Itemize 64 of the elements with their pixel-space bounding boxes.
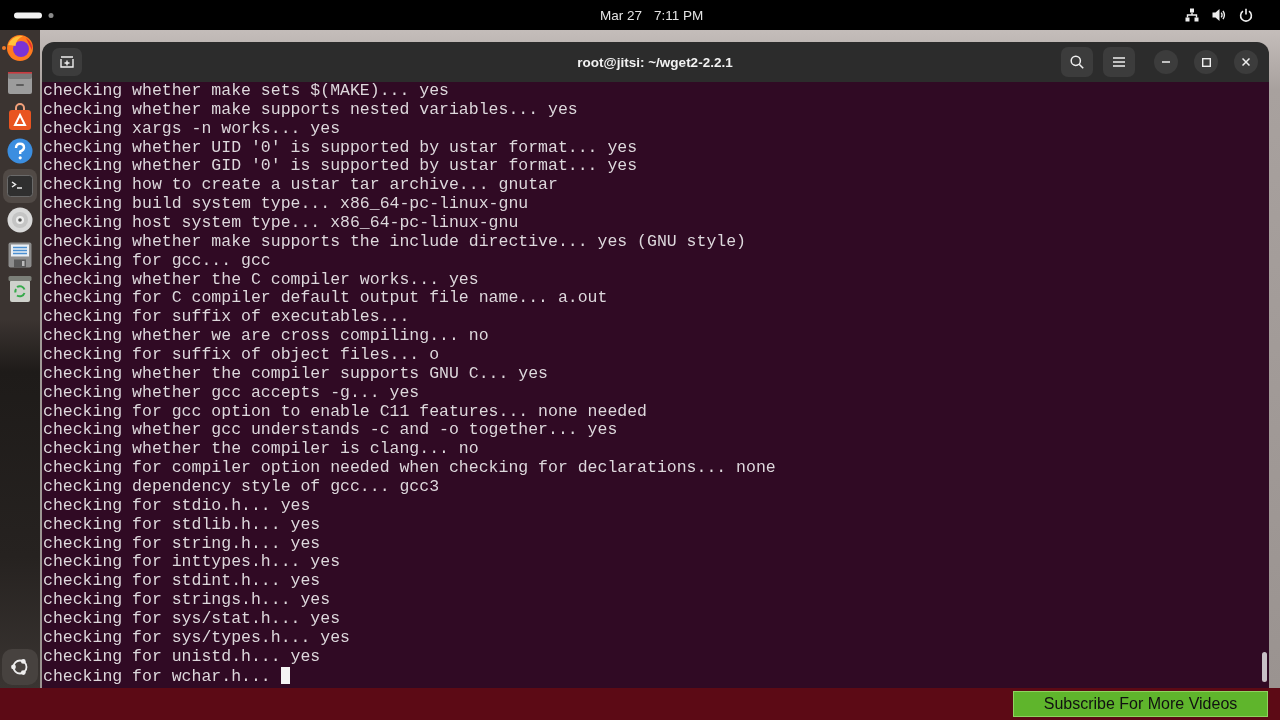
terminal-line: checking for C compiler default output file name... a.out: [43, 288, 608, 308]
clock-button[interactable]: Mar 27 7:11 PM: [600, 5, 704, 25]
terminal-line: checking for suffix of object files... o: [43, 345, 440, 365]
terminal-line: checking for sys/stat.h... yes: [43, 609, 341, 629]
system-menu-button[interactable]: [1185, 8, 1253, 22]
terminal-line: checking whether make supports the include directive... yes (GNU style): [43, 231, 746, 251]
close-button[interactable]: [1234, 50, 1258, 74]
terminal-line: checking build system type... x86_64-pc-linux-gnu: [43, 194, 529, 214]
help-icon: [7, 138, 33, 165]
close-icon: [1242, 58, 1250, 66]
terminal-line: checking whether make sets $(MAKE)... yes: [43, 82, 449, 100]
terminal-line: checking for sys/types.h... yes: [43, 627, 350, 647]
terminal-line: checking whether GID '0' is supported by ustar format... yes: [43, 156, 638, 176]
terminal-line: checking for suffix of executables...: [43, 307, 410, 327]
window-title: root@jitsi: ~/wget2-2.2.1: [577, 54, 733, 70]
terminal-line: checking whether gcc accepts -g... yes: [43, 382, 420, 402]
scrollbar[interactable]: [1262, 652, 1267, 682]
terminal-icon: [7, 174, 33, 197]
terminal-line: checking for stdio.h... yes: [43, 495, 311, 515]
terminal-line: checking whether UID '0' is supported by ustar format... yes: [43, 137, 638, 157]
fox-globe-icon: [6, 34, 34, 63]
terminal-line: checking how to create a ustar tar archive... gnutar: [43, 175, 558, 195]
recycle-bin-icon: [8, 274, 32, 303]
terminal-line: checking for strings.h... yes: [43, 590, 331, 610]
disc-icon: [7, 207, 33, 234]
terminal-line: checking for stdlib.h... yes: [43, 514, 321, 534]
show-apps-button[interactable]: [2, 649, 38, 685]
new-tab-button[interactable]: [52, 48, 82, 76]
terminal-line: checking whether make supports nested variables... yes: [43, 99, 578, 119]
minimize-icon: [1162, 61, 1170, 63]
search-icon: [1070, 55, 1084, 69]
maximize-button[interactable]: [1194, 50, 1218, 74]
terminal-line: checking for stdint.h... yes: [43, 571, 321, 591]
terminal-line: checking host system type... x86_64-pc-linux-gnu: [43, 213, 519, 232]
terminal-line: checking for inttypes.h... yes: [43, 552, 341, 572]
menu-button[interactable]: [1103, 47, 1135, 77]
terminal-line: checking whether gcc understands -c and -o together... yes: [43, 420, 618, 440]
ring-dots-icon: [10, 657, 30, 677]
shopping-bag-icon: [8, 102, 32, 131]
menu-icon: [1113, 57, 1125, 67]
workspace-indicator-icon: [14, 11, 54, 19]
drawer-icon: [7, 70, 33, 95]
terminal-line: checking for wchar.h...: [43, 666, 271, 686]
minimize-button[interactable]: [1154, 50, 1178, 74]
subscribe-banner: Subscribe For More Videos: [1013, 691, 1268, 717]
terminal-pane[interactable]: [42, 82, 1269, 688]
terminal-line: checking for gcc option to enable C11 features... none needed: [43, 401, 647, 421]
terminal-line: checking whether the compiler is clang... no: [43, 439, 479, 459]
search-button[interactable]: [1061, 47, 1093, 77]
terminal-line: checking xargs -n works... yes: [43, 118, 341, 138]
terminal-line: checking dependency style of gcc... gcc3: [43, 477, 440, 497]
terminal-line: checking whether we are cross compiling... no: [43, 326, 489, 346]
terminal-line: checking for string.h... yes: [43, 533, 321, 553]
terminal-line: checking for gcc... gcc: [43, 250, 271, 270]
terminal-line: checking whether the C compiler works... yes: [43, 269, 479, 289]
new-tab-icon: [60, 56, 74, 68]
activities-button[interactable]: [14, 11, 54, 19]
network-icon: [1185, 8, 1199, 22]
terminal-line: checking for compiler option needed when checking for declarations... none: [43, 458, 776, 478]
maximize-icon: [1201, 57, 1211, 67]
power-icon: [1239, 8, 1253, 22]
terminal-line: checking for unistd.h... yes: [43, 646, 321, 666]
volume-icon: [1212, 8, 1226, 22]
terminal-line: checking whether the compiler supports GNU C... yes: [43, 363, 548, 383]
